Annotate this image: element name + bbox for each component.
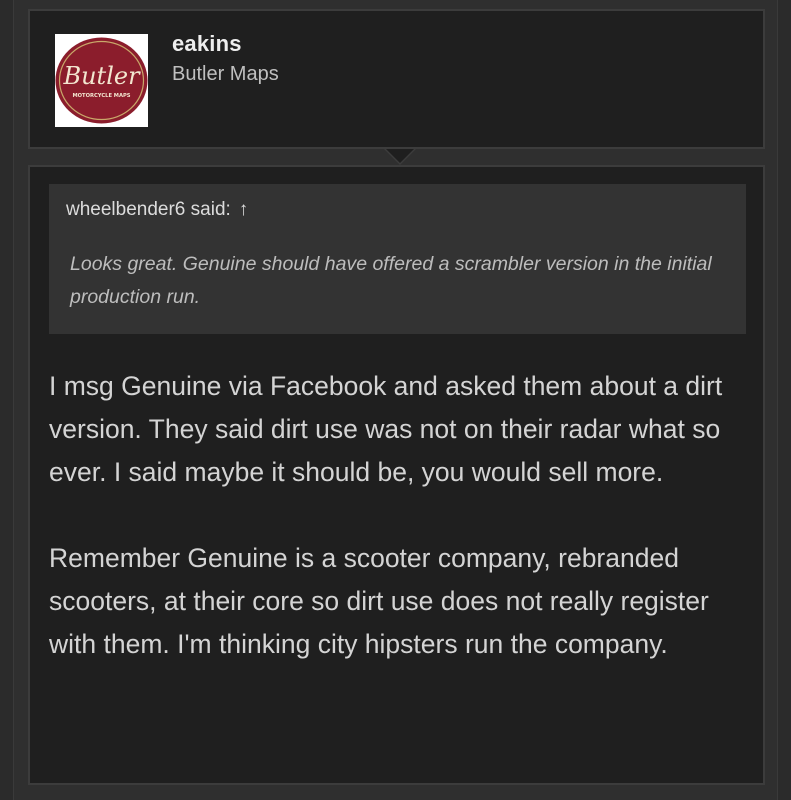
- butler-logo-icon: Butler MOTORCYCLE MAPS: [55, 34, 148, 127]
- arrow-up-icon[interactable]: ↑: [239, 199, 249, 220]
- quote-text: Looks great. Genuine should have offered…: [70, 253, 712, 308]
- author-card: Butler MOTORCYCLE MAPS eakins Butler Map…: [28, 9, 765, 149]
- quote-header: wheelbender6 said: ↑: [66, 199, 248, 221]
- logo-brand-text: Butler: [62, 62, 141, 90]
- quote-author[interactable]: wheelbender6 said:: [66, 199, 231, 220]
- user-title: Butler Maps: [172, 63, 279, 85]
- logo-tagline-text: MOTORCYCLE MAPS: [72, 93, 130, 99]
- message-body: wheelbender6 said: ↑ Looks great. Genuine…: [28, 165, 765, 785]
- avatar[interactable]: Butler MOTORCYCLE MAPS: [55, 34, 148, 127]
- post-text: I msg Genuine via Facebook and asked the…: [49, 365, 749, 709]
- quote-block: wheelbender6 said: ↑ Looks great. Genuine…: [49, 184, 746, 334]
- post-paragraph: I msg Genuine via Facebook and asked the…: [49, 371, 723, 487]
- post-paragraph: Remember Genuine is a scooter company, r…: [49, 543, 709, 659]
- username[interactable]: eakins: [172, 31, 242, 57]
- author-card-pointer: [386, 149, 414, 163]
